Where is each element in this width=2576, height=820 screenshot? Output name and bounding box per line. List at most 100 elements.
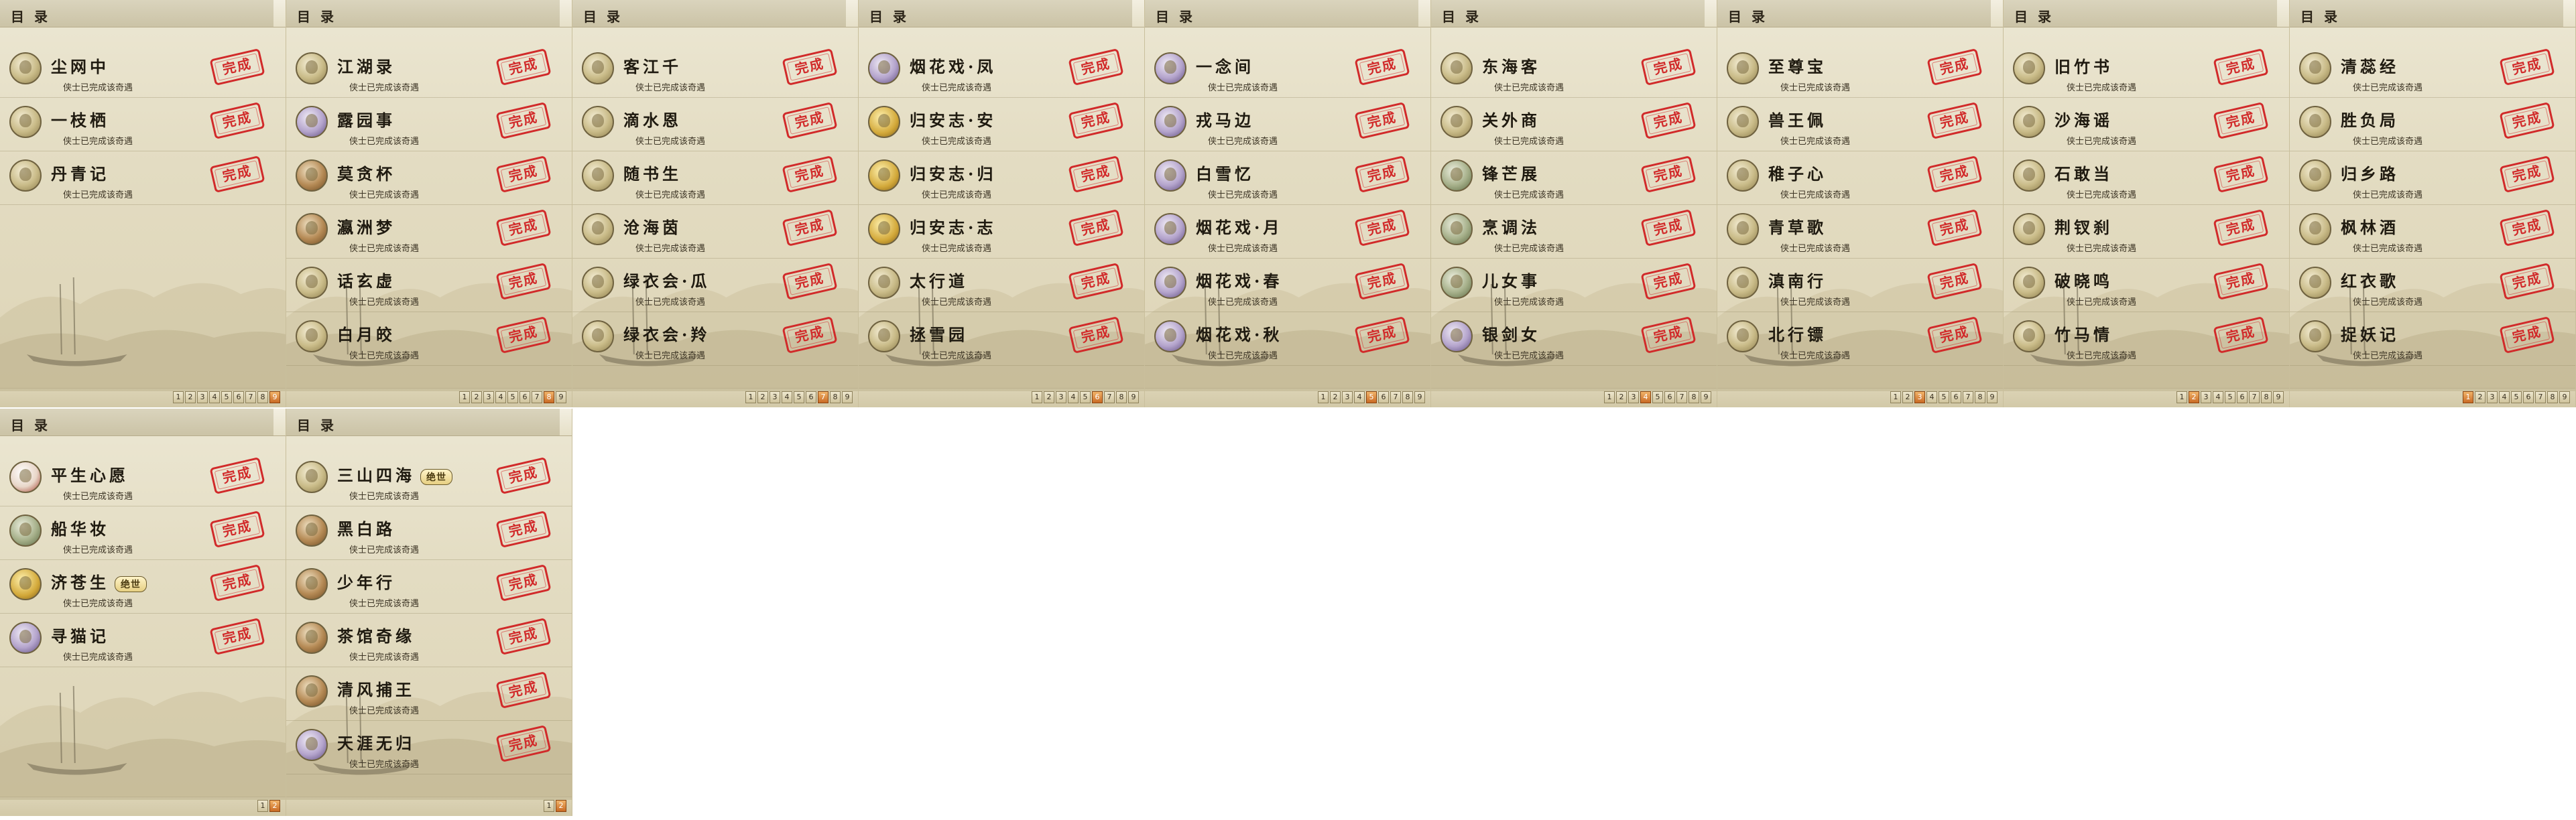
page-button-5[interactable]: 5 (794, 391, 804, 403)
page-button-3[interactable]: 3 (1342, 391, 1353, 403)
page-button-4[interactable]: 4 (2499, 391, 2510, 403)
page-button-3[interactable]: 3 (197, 391, 208, 403)
adventure-row[interactable]: 露园事 侠士已完成该奇遇 完成 (286, 98, 572, 151)
page-button-1[interactable]: 1 (257, 800, 268, 812)
page-button-4[interactable]: 4 (1354, 391, 1365, 403)
page-button-4[interactable]: 4 (209, 391, 220, 403)
adventure-row[interactable]: 江湖录 侠士已完成该奇遇 完成 (286, 44, 572, 98)
adventure-row[interactable]: 滴水恩 侠士已完成该奇遇 完成 (572, 98, 858, 151)
page-button-7[interactable]: 7 (1963, 391, 1973, 403)
adventure-row[interactable]: 归乡路 侠士已完成该奇遇 完成 (2290, 151, 2575, 205)
adventure-row[interactable]: 戎马边 侠士已完成该奇遇 完成 (1145, 98, 1430, 151)
page-button-4[interactable]: 4 (1640, 391, 1651, 403)
page-button-2[interactable]: 2 (556, 800, 566, 812)
adventure-row[interactable]: 北行镖 侠士已完成该奇遇 完成 (1717, 312, 2003, 366)
adventure-row[interactable]: 东海客 侠士已完成该奇遇 完成 (1431, 44, 1717, 98)
adventure-row[interactable]: 青草歌 侠士已完成该奇遇 完成 (1717, 205, 2003, 259)
page-button-9[interactable]: 9 (269, 391, 280, 403)
page-button-9[interactable]: 9 (842, 391, 853, 403)
adventure-row[interactable]: 荆钗刹 侠士已完成该奇遇 完成 (2004, 205, 2289, 259)
page-button-8[interactable]: 8 (1975, 391, 1985, 403)
adventure-row[interactable]: 破晓鸣 侠士已完成该奇遇 完成 (2004, 259, 2289, 312)
page-button-6[interactable]: 6 (1664, 391, 1675, 403)
page-button-5[interactable]: 5 (1652, 391, 1663, 403)
adventure-row[interactable]: 儿女事 侠士已完成该奇遇 完成 (1431, 259, 1717, 312)
page-button-6[interactable]: 6 (806, 391, 816, 403)
adventure-row[interactable]: 茶馆奇缘 侠士已完成该奇遇 完成 (286, 614, 572, 667)
page-button-3[interactable]: 3 (1914, 391, 1925, 403)
adventure-row[interactable]: 莫贪杯 侠士已完成该奇遇 完成 (286, 151, 572, 205)
page-button-2[interactable]: 2 (471, 391, 482, 403)
adventure-row[interactable]: 至尊宝 侠士已完成该奇遇 完成 (1717, 44, 2003, 98)
page-button-4[interactable]: 4 (1068, 391, 1079, 403)
page-button-1[interactable]: 1 (173, 391, 184, 403)
adventure-row[interactable]: 锋芒展 侠士已完成该奇遇 完成 (1431, 151, 1717, 205)
adventure-row[interactable]: 烹调法 侠士已完成该奇遇 完成 (1431, 205, 1717, 259)
adventure-row[interactable]: 绿衣会·羚 侠士已完成该奇遇 完成 (572, 312, 858, 366)
adventure-row[interactable]: 瀛洲梦 侠士已完成该奇遇 完成 (286, 205, 572, 259)
page-button-1[interactable]: 1 (544, 800, 554, 812)
page-button-9[interactable]: 9 (1701, 391, 1711, 403)
page-button-9[interactable]: 9 (2559, 391, 2570, 403)
adventure-row[interactable]: 烟花戏·月 侠士已完成该奇遇 完成 (1145, 205, 1430, 259)
page-button-9[interactable]: 9 (1128, 391, 1139, 403)
adventure-row[interactable]: 银剑女 侠士已完成该奇遇 完成 (1431, 312, 1717, 366)
adventure-row[interactable]: 丹青记 侠士已完成该奇遇 完成 (0, 151, 286, 205)
page-button-2[interactable]: 2 (2189, 391, 2199, 403)
adventure-row[interactable]: 清风捕王 侠士已完成该奇遇 完成 (286, 667, 572, 721)
page-button-7[interactable]: 7 (1676, 391, 1687, 403)
page-button-1[interactable]: 1 (1604, 391, 1615, 403)
adventure-row[interactable]: 白雪忆 侠士已完成该奇遇 完成 (1145, 151, 1430, 205)
adventure-row[interactable]: 稚子心 侠士已完成该奇遇 完成 (1717, 151, 2003, 205)
adventure-row[interactable]: 尘网中 侠士已完成该奇遇 完成 (0, 44, 286, 98)
page-button-5[interactable]: 5 (507, 391, 518, 403)
page-button-8[interactable]: 8 (2261, 391, 2272, 403)
adventure-row[interactable]: 归安志·安 侠士已完成该奇遇 完成 (859, 98, 1144, 151)
page-button-2[interactable]: 2 (1044, 391, 1054, 403)
adventure-row[interactable]: 拯雪园 侠士已完成该奇遇 完成 (859, 312, 1144, 366)
adventure-row[interactable]: 船华妆 侠士已完成该奇遇 完成 (0, 506, 286, 560)
page-button-5[interactable]: 5 (221, 391, 232, 403)
adventure-row[interactable]: 捉妖记 侠士已完成该奇遇 完成 (2290, 312, 2575, 366)
page-button-4[interactable]: 4 (2213, 391, 2223, 403)
adventure-row[interactable]: 旧竹书 侠士已完成该奇遇 完成 (2004, 44, 2289, 98)
page-button-1[interactable]: 1 (2463, 391, 2473, 403)
page-button-8[interactable]: 8 (1402, 391, 1413, 403)
page-button-8[interactable]: 8 (257, 391, 268, 403)
page-button-4[interactable]: 4 (782, 391, 792, 403)
page-button-9[interactable]: 9 (1987, 391, 1998, 403)
adventure-row[interactable]: 平生心愿 侠士已完成该奇遇 完成 (0, 453, 286, 506)
adventure-row[interactable]: 沙海谣 侠士已完成该奇遇 完成 (2004, 98, 2289, 151)
adventure-row[interactable]: 白月皎 侠士已完成该奇遇 完成 (286, 312, 572, 366)
page-button-9[interactable]: 9 (1414, 391, 1425, 403)
adventure-row[interactable]: 沧海茵 侠士已完成该奇遇 完成 (572, 205, 858, 259)
page-button-2[interactable]: 2 (269, 800, 280, 812)
adventure-row[interactable]: 天涯无归 侠士已完成该奇遇 完成 (286, 721, 572, 774)
page-button-5[interactable]: 5 (1080, 391, 1091, 403)
adventure-row[interactable]: 一念间 侠士已完成该奇遇 完成 (1145, 44, 1430, 98)
adventure-row[interactable]: 烟花戏·秋 侠士已完成该奇遇 完成 (1145, 312, 1430, 366)
adventure-row[interactable]: 胜负局 侠士已完成该奇遇 完成 (2290, 98, 2575, 151)
adventure-row[interactable]: 烟花戏·春 侠士已完成该奇遇 完成 (1145, 259, 1430, 312)
adventure-row[interactable]: 清蕊经 侠士已完成该奇遇 完成 (2290, 44, 2575, 98)
adventure-row[interactable]: 关外商 侠士已完成该奇遇 完成 (1431, 98, 1717, 151)
adventure-row[interactable]: 客江千 侠士已完成该奇遇 完成 (572, 44, 858, 98)
page-button-7[interactable]: 7 (245, 391, 256, 403)
page-button-8[interactable]: 8 (1116, 391, 1127, 403)
page-button-1[interactable]: 1 (745, 391, 756, 403)
page-button-6[interactable]: 6 (233, 391, 244, 403)
page-button-7[interactable]: 7 (1104, 391, 1115, 403)
page-button-5[interactable]: 5 (2511, 391, 2522, 403)
adventure-row[interactable]: 济苍生 绝世 侠士已完成该奇遇 完成 (0, 560, 286, 614)
adventure-row[interactable]: 三山四海 绝世 侠士已完成该奇遇 完成 (286, 453, 572, 506)
page-button-8[interactable]: 8 (544, 391, 554, 403)
page-button-7[interactable]: 7 (1390, 391, 1401, 403)
page-button-8[interactable]: 8 (2547, 391, 2558, 403)
page-button-4[interactable]: 4 (1926, 391, 1937, 403)
adventure-row[interactable]: 竹马情 侠士已完成该奇遇 完成 (2004, 312, 2289, 366)
adventure-row[interactable]: 随书生 侠士已完成该奇遇 完成 (572, 151, 858, 205)
adventure-row[interactable]: 红衣歌 侠士已完成该奇遇 完成 (2290, 259, 2575, 312)
page-button-4[interactable]: 4 (495, 391, 506, 403)
adventure-row[interactable]: 话玄虚 侠士已完成该奇遇 完成 (286, 259, 572, 312)
page-button-6[interactable]: 6 (1951, 391, 1961, 403)
